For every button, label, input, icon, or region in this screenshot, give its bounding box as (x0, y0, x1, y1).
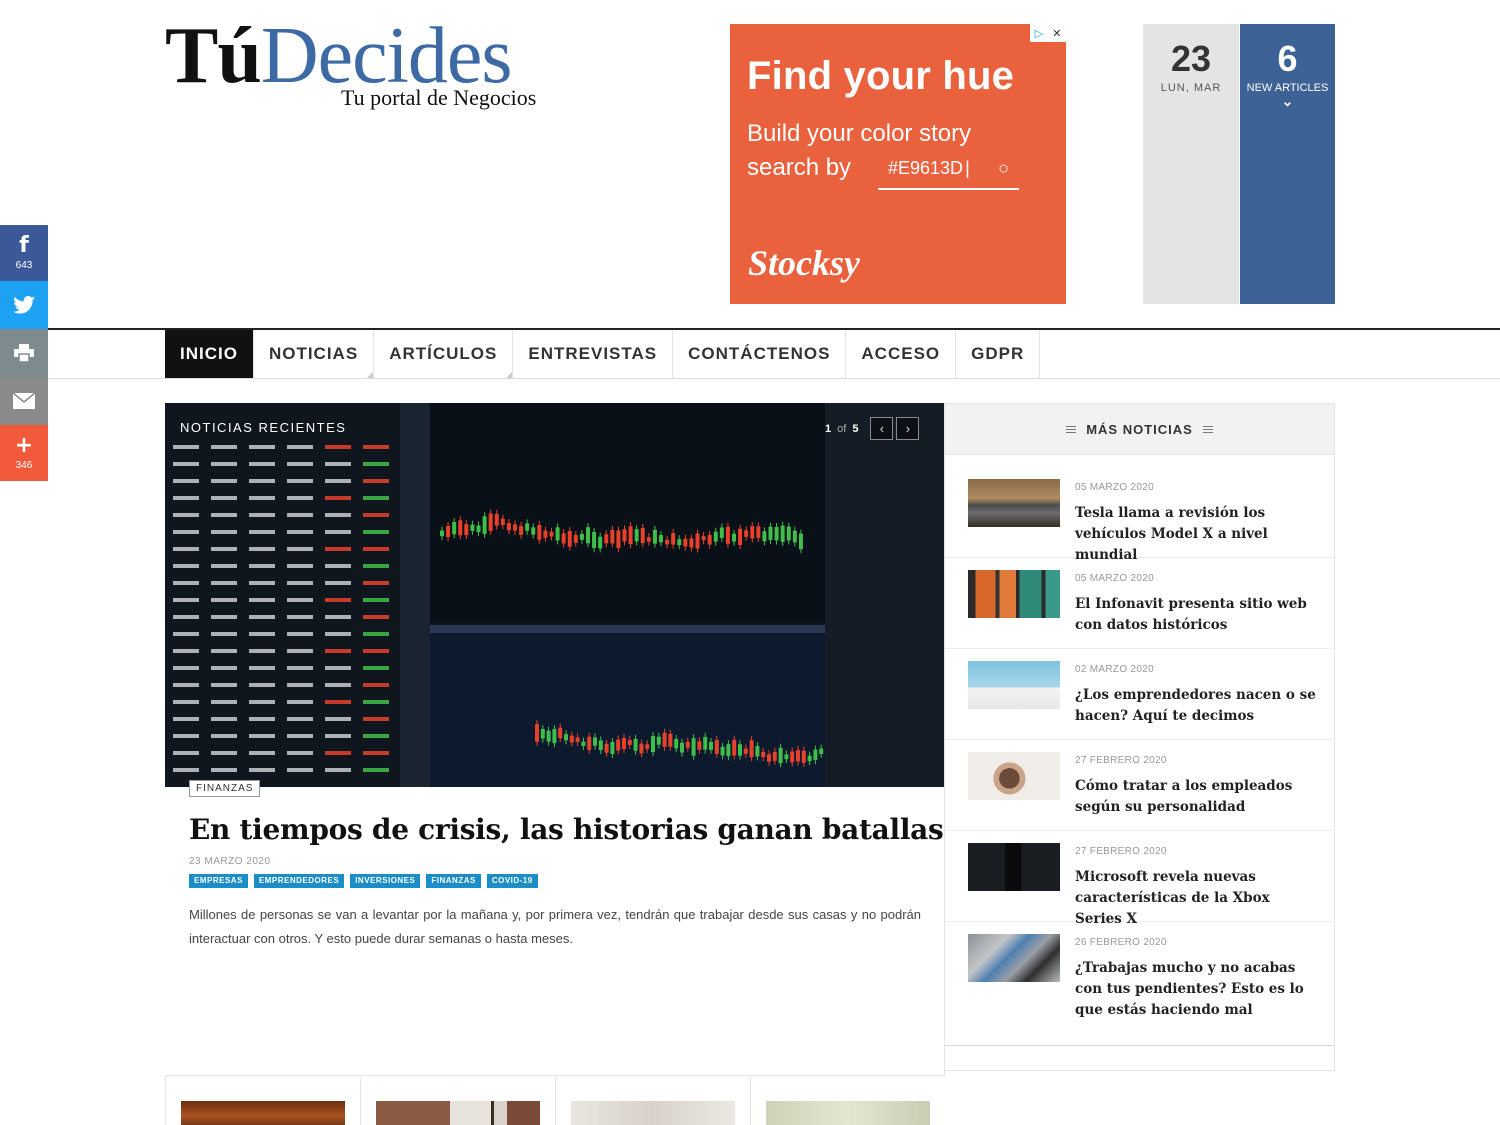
twitter-share-button[interactable] (0, 281, 48, 329)
article-thumbnail (968, 934, 1060, 982)
divider (165, 1075, 945, 1076)
slider-of: of (837, 422, 847, 435)
news-title: ¿Los emprendedores nacen o se hacen? Aqu… (1075, 687, 1316, 724)
news-date: 26 FEBRERO 2020 (1075, 937, 1167, 948)
advertisement-banner[interactable]: ▷ ✕ Find your hue Build your color story … (730, 24, 1066, 304)
nav-item-contactenos[interactable]: CONTÁCTENOS (672, 330, 845, 378)
chevron-left-icon[interactable]: ‹ (870, 417, 894, 440)
main-navigation: INICIO NOTICIAS ARTÍCULOS ENTREVISTAS CO… (48, 328, 1500, 379)
tag-emprendedores[interactable]: EMPRENDEDORES (253, 874, 345, 888)
chevron-down-icon: ⌄ (1281, 93, 1294, 109)
ad-headline: Find your hue (747, 54, 1015, 98)
sidebar-news-item[interactable]: 27 FEBRERO 2020 Microsoft revela nuevas … (945, 843, 1334, 927)
article-thumbnail (968, 661, 1060, 709)
featured-slider[interactable]: NOTICIAS RECIENTES 1 of 5 ‹ › (165, 403, 945, 787)
logo-tagline: Tu portal de Negocios (341, 85, 537, 110)
twitter-icon (13, 296, 35, 314)
sidebar-heading-text: MÁS NOTICIAS (1086, 421, 1193, 437)
news-date: 05 MARZO 2020 (1075, 482, 1154, 493)
social-share-bar: f 643 + 346 (0, 225, 48, 481)
ad-hex-value: #E9613D (888, 158, 964, 178)
more-news-sidebar: MÁS NOTICIAS 05 MARZO 2020 Tesla llama a… (945, 403, 1335, 1071)
sidebar-heading: MÁS NOTICIAS (945, 404, 1334, 455)
facebook-share-button[interactable]: f 643 (0, 225, 48, 281)
news-title: Microsoft revela nuevas características … (1075, 869, 1270, 927)
site-logo[interactable]: TúDecides Tu portal de Negocios (165, 16, 585, 116)
new-articles-widget[interactable]: 6 NEW ARTICLES ⌄ (1240, 24, 1335, 304)
print-icon (14, 344, 34, 362)
nav-item-acceso[interactable]: ACCESO (845, 330, 955, 378)
article-thumbnail (181, 1101, 345, 1125)
nav-item-noticias[interactable]: NOTICIAS (252, 330, 374, 378)
news-title: Tesla llama a revisión los vehículos Mod… (1075, 505, 1268, 563)
news-date: 27 FEBRERO 2020 (1075, 846, 1167, 857)
slider-total: 5 (852, 422, 859, 435)
sidebar-news-item[interactable]: 02 MARZO 2020 ¿Los emprendedores nacen o… (945, 661, 1334, 740)
sidebar-news-item[interactable]: 26 FEBRERO 2020 ¿Trabajas mucho y no aca… (945, 934, 1334, 1034)
more-share-button[interactable]: + 346 (0, 425, 48, 481)
featured-image-stock-chart (165, 403, 945, 787)
chevron-right-icon[interactable]: › (896, 417, 920, 440)
list-item[interactable] (360, 1077, 555, 1125)
date-weekday-month: LUN, MAR (1160, 82, 1222, 94)
menu-lines-icon (1202, 425, 1213, 433)
menu-lines-icon (1066, 425, 1077, 433)
more-share-count: 346 (15, 460, 33, 471)
featured-category-badge[interactable]: FINANZAS (189, 780, 261, 797)
tag-covid-19[interactable]: COVID-19 (486, 874, 538, 888)
news-title: El Infonavit presenta sitio web con dato… (1075, 596, 1307, 633)
nav-item-inicio[interactable]: INICIO (165, 330, 253, 378)
article-thumbnail (766, 1101, 930, 1125)
list-item[interactable] (165, 1077, 360, 1125)
drop-icon: ○ (998, 158, 1009, 178)
list-item[interactable] (750, 1077, 945, 1125)
article-thumbnail (968, 843, 1060, 891)
slider-section-label: NOTICIAS RECIENTES (180, 420, 347, 435)
news-title: ¿Trabajas mucho y no acabas con tus pend… (1075, 960, 1304, 1018)
sidebar-news-item[interactable]: 05 MARZO 2020 El Infonavit presenta siti… (945, 570, 1334, 649)
nav-item-articulos[interactable]: ARTÍCULOS (373, 330, 513, 378)
logo-part-tu: Tú (165, 12, 262, 100)
sidebar-news-item[interactable]: 05 MARZO 2020 Tesla llama a revisión los… (945, 479, 1334, 563)
new-articles-count: 6 (1277, 38, 1298, 79)
list-item[interactable] (555, 1077, 750, 1125)
facebook-icon: f (19, 233, 29, 258)
article-thumbnail (376, 1101, 540, 1125)
article-thumbnail (968, 570, 1060, 618)
news-title: Cómo tratar a los empleados según su per… (1075, 778, 1293, 815)
tag-inversiones[interactable]: INVERSIONES (350, 874, 421, 888)
news-date: 27 FEBRERO 2020 (1075, 755, 1167, 766)
slider-current: 1 (825, 422, 832, 435)
facebook-share-count: 643 (15, 260, 33, 271)
featured-article-date: 23 MARZO 2020 (189, 856, 271, 867)
ad-hex-field: #E9613D | ○ (878, 152, 1019, 190)
featured-article-title[interactable]: En tiempos de crisis, las historias gana… (189, 813, 944, 846)
featured-article-excerpt: Millones de personas se van a levantar p… (189, 907, 921, 946)
news-date: 05 MARZO 2020 (1075, 573, 1154, 584)
ad-brand-logo: Stocksy (748, 243, 860, 283)
featured-tag-list: EMPRESAS EMPRENDEDORES INVERSIONES FINAN… (189, 874, 538, 888)
tag-empresas[interactable]: EMPRESAS (189, 874, 248, 888)
email-icon (13, 393, 35, 409)
email-share-button[interactable] (0, 377, 48, 425)
article-thumbnail (968, 752, 1060, 800)
slider-pager: 1 of 5 ‹ › (825, 417, 920, 440)
sidebar-news-item[interactable]: 27 FEBRERO 2020 Cómo tratar a los emplea… (945, 752, 1334, 831)
divider (945, 1045, 1334, 1046)
date-widget: 23 LUN, MAR (1143, 24, 1239, 304)
news-date: 02 MARZO 2020 (1075, 664, 1154, 675)
date-day: 23 (1170, 38, 1212, 79)
plus-icon: + (14, 433, 34, 458)
print-button[interactable] (0, 329, 48, 377)
adchoices-icon[interactable]: ▷ ✕ (1030, 24, 1066, 42)
ad-line-1: Build your color story (747, 120, 972, 147)
tag-finanzas[interactable]: FINANZAS (426, 874, 481, 888)
nav-item-gdpr[interactable]: GDPR (955, 330, 1039, 378)
article-thumbnail (571, 1101, 735, 1125)
nav-item-entrevistas[interactable]: ENTREVISTAS (512, 330, 672, 378)
article-thumbnail (968, 479, 1060, 527)
